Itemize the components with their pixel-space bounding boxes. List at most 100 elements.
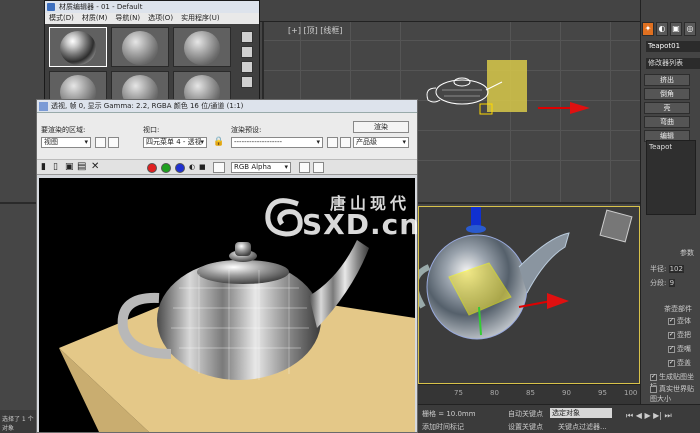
render-frame-toolbar: ▮ ▯ ▣ ▤ ✕ ◐ ■ RGB Alpha — [37, 159, 417, 175]
material-editor-menubar: 模式(D) 材质(M) 导航(N) 选项(O) 实用程序(U) — [45, 13, 259, 24]
motion-tab-icon[interactable]: ◎ — [684, 22, 696, 36]
set-key-button[interactable]: 设置关键点 — [508, 422, 543, 432]
material-editor-app-icon — [47, 3, 55, 11]
menu-material[interactable]: 材质(M) — [82, 13, 108, 24]
perspective-viewport[interactable] — [418, 206, 640, 384]
material-slot-2[interactable] — [111, 27, 169, 67]
tick-95: 95 — [598, 389, 607, 397]
command-panel-tabs: ✦ ◐ ▣ ◎ — [642, 22, 700, 38]
tick-90: 90 — [562, 389, 571, 397]
real-world-checkbox[interactable]: 真实世界贴图大小 — [650, 384, 700, 404]
stack-item-teapot[interactable]: Teapot — [649, 143, 672, 151]
bottom-status-bar: 栅格 = 10.0mm 自动关键点 选定对象 添加时间标记 设置关键点 关键点过… — [418, 404, 700, 433]
tick-85: 85 — [526, 389, 535, 397]
background-icon[interactable] — [241, 61, 253, 73]
render-mode-dropdown[interactable]: 产品级 — [353, 137, 409, 148]
part-spout-checkbox[interactable]: 壶嘴 — [668, 344, 691, 354]
render-frame-titlebar[interactable]: 透视, 帧 0, 显示 Gamma: 2.2, RGBA 颜色 16 位/通道 … — [37, 100, 417, 113]
radius-label: 半径: — [650, 265, 667, 273]
copy-image-icon[interactable]: ▯ — [53, 162, 58, 172]
material-side-toolbar — [241, 31, 255, 88]
tick-75: 75 — [454, 389, 463, 397]
backlight-icon[interactable] — [241, 46, 253, 58]
material-sphere — [184, 31, 220, 65]
render-button[interactable]: 渲染 — [353, 121, 409, 133]
modifier-button-bevel[interactable]: 倒角 — [644, 88, 690, 100]
area-to-render-label: 要渲染的区域: — [41, 126, 86, 134]
timeline[interactable]: 75 80 85 90 95 100 — [418, 384, 640, 404]
top-viewport-label[interactable]: [+] [顶] [线框] — [288, 25, 343, 36]
save-image-icon[interactable]: ▮ — [41, 162, 46, 172]
part-handle-checkbox[interactable]: 壶把 — [668, 330, 691, 340]
part-lid-checkbox[interactable]: 壶盖 — [668, 358, 691, 368]
hierarchy-tab-icon[interactable]: ▣ — [670, 22, 682, 36]
red-channel-icon[interactable] — [147, 163, 157, 173]
modifier-button-extrude[interactable]: 挤出 — [644, 74, 690, 86]
blue-channel-icon[interactable] — [175, 163, 185, 173]
alpha-channel-icon[interactable]: ◐ — [189, 163, 195, 171]
render-preset-label: 渲染预设: — [231, 126, 262, 134]
menu-mode[interactable]: 模式(D) — [49, 13, 74, 24]
print-icon[interactable]: ▤ — [77, 161, 86, 172]
modifier-list-dropdown[interactable]: 修改器列表 — [646, 58, 700, 69]
radius-row: 半径: 102 — [650, 264, 684, 274]
toggle-ui-overlay-icon[interactable] — [299, 162, 310, 173]
playback-controls-icon[interactable]: ⏮ ◀ ▶ ▶| ⏭ — [626, 411, 672, 421]
render-preset-dropdown[interactable]: ------------------- — [231, 137, 323, 148]
auto-key-button[interactable]: 自动关键点 — [508, 409, 543, 419]
radius-input[interactable]: 102 — [668, 265, 684, 273]
selected-object-dropdown[interactable]: 选定对象 — [550, 408, 612, 418]
render-frame-title: 透视, 帧 0, 显示 Gamma: 2.2, RGBA 颜色 16 位/通道 … — [51, 102, 244, 110]
main-toolbar — [260, 0, 640, 22]
area-to-render-dropdown[interactable]: 视图 — [41, 137, 91, 148]
material-editor-title: 材质编辑器 - 01 - Default — [59, 3, 143, 11]
part-body-checkbox[interactable]: 壶体 — [668, 316, 691, 326]
clear-icon[interactable]: ✕ — [91, 161, 99, 172]
uv-tiling-icon[interactable] — [241, 76, 253, 88]
viewport-label: 视口: — [143, 126, 160, 134]
render-frame-app-icon — [39, 102, 48, 111]
material-editor-titlebar[interactable]: 材质编辑器 - 01 - Default — [45, 1, 259, 13]
rendered-image — [39, 178, 415, 432]
swatch-icon[interactable] — [213, 162, 225, 173]
edit-region-icon[interactable] — [95, 137, 106, 148]
menu-utilities[interactable]: 实用程序(U) — [181, 13, 220, 24]
menu-navigation[interactable]: 导航(N) — [115, 13, 140, 24]
lock-icon[interactable]: 🔒 — [213, 137, 224, 147]
add-time-tag[interactable]: 添加时间标记 — [422, 422, 464, 432]
tick-80: 80 — [490, 389, 499, 397]
render-setup-icon[interactable] — [327, 137, 338, 148]
material-slot-3[interactable] — [173, 27, 231, 67]
parts-title: 茶壶部件 — [664, 305, 692, 313]
render-frame-window: 透视, 帧 0, 显示 Gamma: 2.2, RGBA 颜色 16 位/通道 … — [36, 99, 418, 433]
sample-type-icon[interactable] — [241, 31, 253, 43]
segments-row: 分段: 9 — [650, 278, 676, 288]
key-filter-button[interactable]: 关键点过滤器... — [558, 422, 607, 432]
material-sphere — [122, 31, 158, 65]
modifier-button-bend[interactable]: 弯曲 — [644, 116, 690, 128]
create-tab-icon[interactable]: ✦ — [642, 22, 654, 36]
menu-options[interactable]: 选项(O) — [148, 13, 173, 24]
modify-tab-icon[interactable]: ◐ — [656, 22, 668, 36]
modifier-button-shell[interactable]: 壳 — [644, 102, 690, 114]
display-channel-dropdown[interactable]: RGB Alpha — [231, 162, 291, 173]
material-slot-1[interactable] — [49, 27, 107, 67]
object-name-field[interactable]: Teapot01 — [646, 41, 700, 52]
monochrome-icon[interactable]: ■ — [199, 163, 206, 171]
top-viewport-teapot[interactable] — [420, 60, 640, 120]
segments-input[interactable]: 9 — [668, 279, 676, 287]
rendered-teapot — [59, 240, 415, 432]
viewport-dropdown[interactable]: 四元菜单 4 - 透视 — [143, 137, 207, 148]
environment-icon[interactable] — [340, 137, 351, 148]
left-status-area: 选择了 1 个对象 — [0, 410, 36, 433]
scene-teapot-gizmo[interactable] — [419, 207, 640, 384]
toggle-ui-icon[interactable] — [313, 162, 324, 173]
modifier-stack[interactable]: Teapot — [646, 140, 696, 215]
auto-region-icon[interactable] — [108, 137, 119, 148]
green-channel-icon[interactable] — [161, 163, 171, 173]
selection-status-text: 选择了 1 个对象 — [2, 416, 34, 432]
material-sphere-chrome — [60, 31, 96, 65]
params-title[interactable]: 参数 — [680, 248, 694, 258]
render-frame-controls: 要渲染的区域: 视口: 渲染预设: 渲染 视图 四元菜单 4 - 透视 🔒 --… — [37, 113, 417, 159]
clone-frame-icon[interactable]: ▣ — [65, 162, 74, 172]
